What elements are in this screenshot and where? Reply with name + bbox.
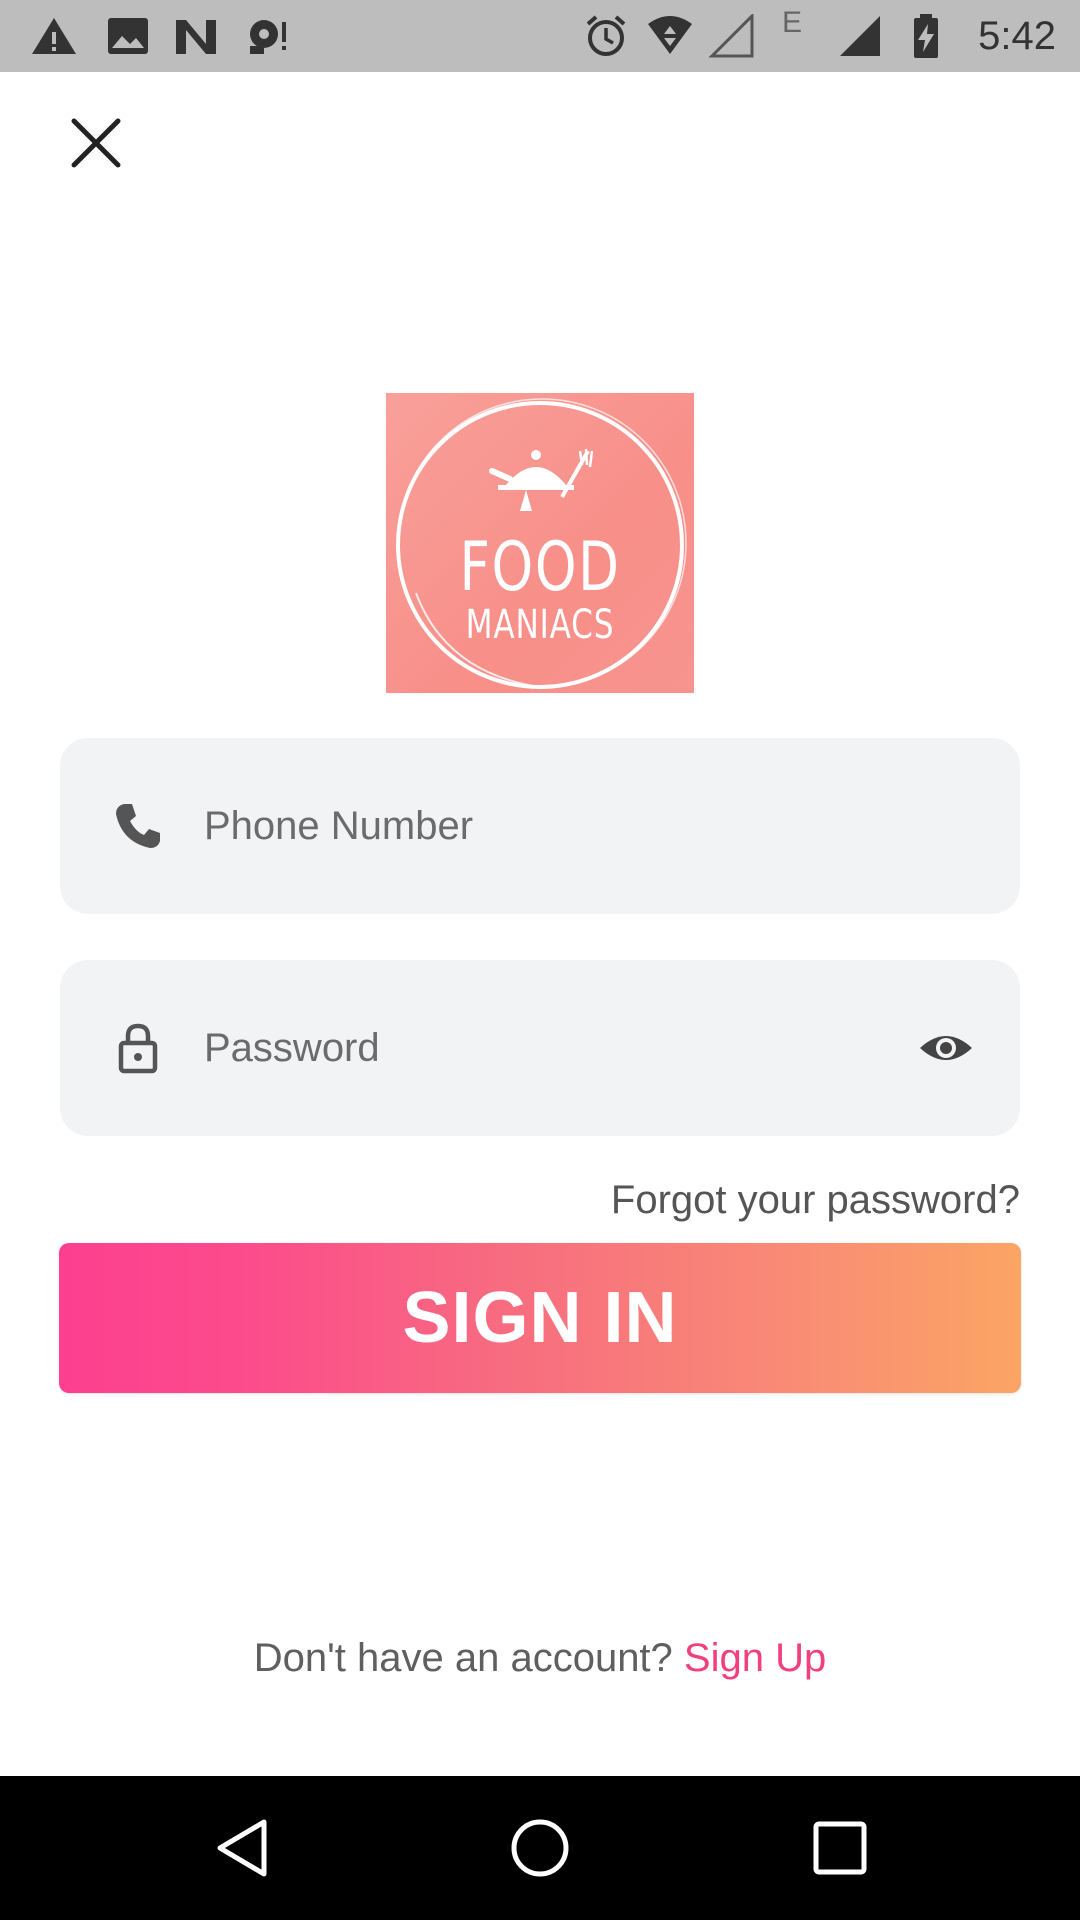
signal-empty-icon [708,14,754,58]
phone-input[interactable] [204,786,924,866]
forgot-password-link[interactable]: Forgot your password? [611,1178,1020,1223]
eye-icon[interactable] [916,1020,976,1076]
battery-charging-icon [914,14,938,58]
password-input[interactable] [204,1008,924,1088]
status-bar: E 5:42 [0,0,1080,72]
back-icon[interactable] [210,1816,274,1880]
alarm-icon [586,15,626,56]
sign-in-button[interactable]: SIGN IN [59,1243,1021,1393]
record-icon [250,20,286,54]
lock-icon [118,1023,158,1074]
signal-icon [840,16,880,56]
warning-icon [32,18,76,54]
logo-text-maniacs: MANIACS [465,602,615,648]
home-icon[interactable] [508,1816,572,1880]
sign-up-link[interactable]: Sign Up [684,1636,826,1680]
recents-icon[interactable] [808,1816,872,1880]
navigation-bar [0,1776,1080,1920]
signup-prompt: Don't have an account? [253,1636,673,1680]
password-field[interactable] [60,960,1020,1136]
n-icon [176,20,216,54]
phone-field[interactable] [60,738,1020,914]
phone-icon [116,804,160,848]
signup-row: Don't have an account? Sign Up [0,1636,1080,1681]
logo-text-food: FOOD [459,528,621,607]
close-icon[interactable] [68,115,124,171]
wifi-icon [648,16,692,54]
network-type-label: E [782,6,803,39]
image-icon [108,18,148,54]
status-time: 5:42 [978,14,1056,58]
app-logo: FOOD MANIACS [386,393,694,693]
